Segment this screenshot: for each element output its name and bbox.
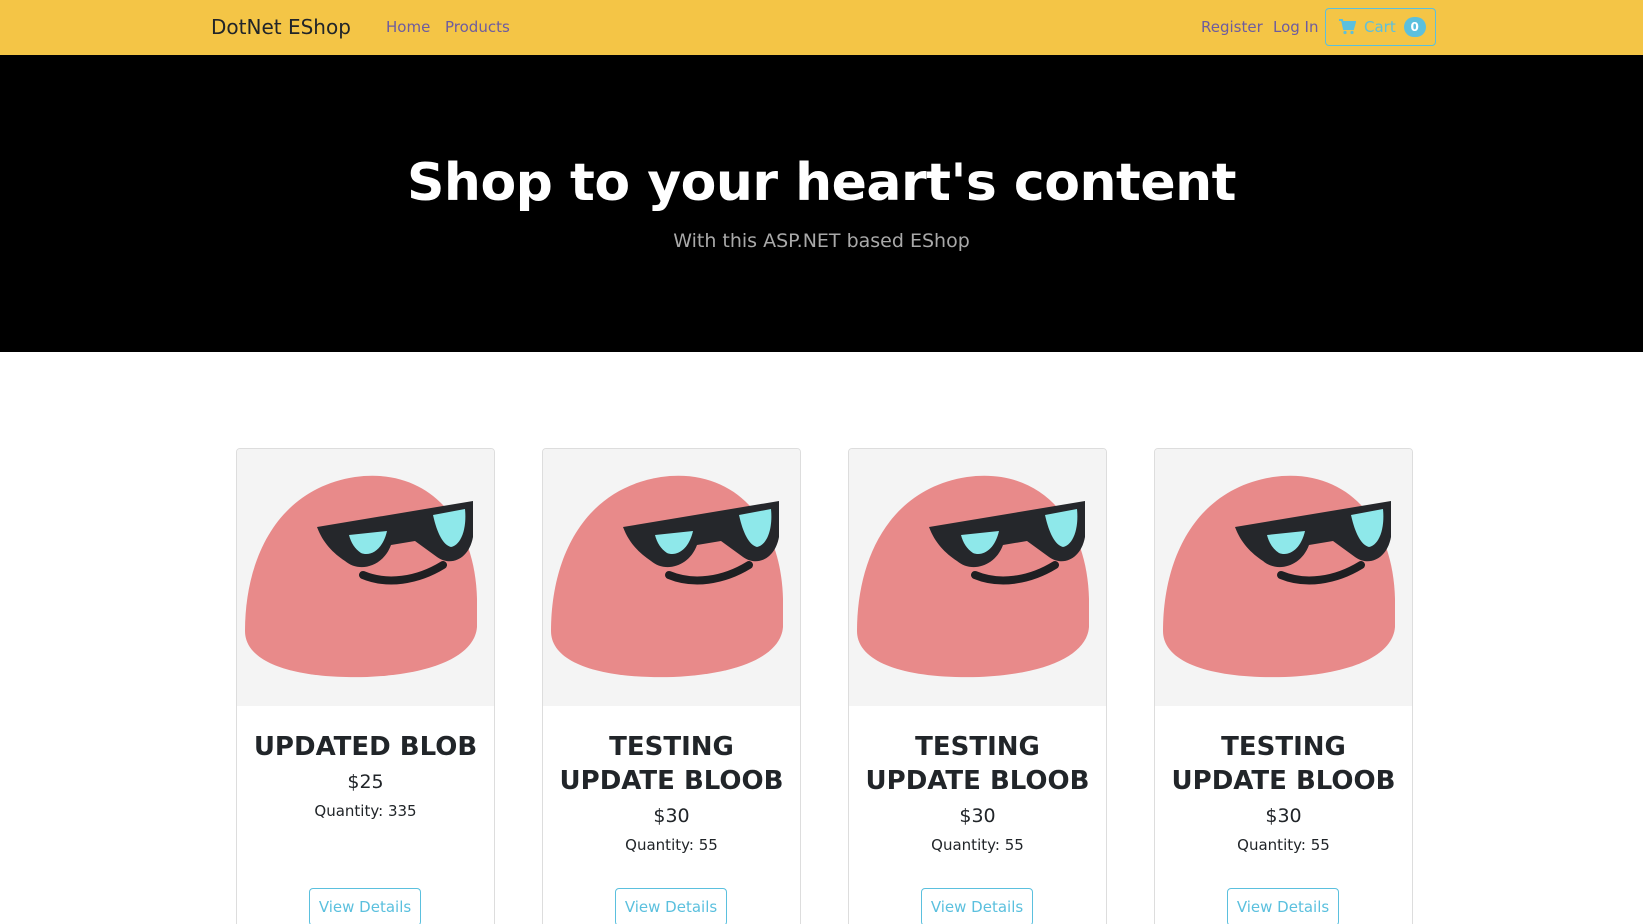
product-price: $25 xyxy=(347,771,384,793)
shopping-cart-icon xyxy=(1339,19,1357,35)
product-card-body: TESTING UPDATE BLOOB $30 Quantity: 55 xyxy=(543,730,800,855)
hero-title: Shop to your heart's content xyxy=(406,153,1237,213)
brand-link[interactable]: DotNet EShop xyxy=(211,15,351,39)
product-name: TESTING UPDATE BLOOB xyxy=(559,732,784,796)
product-card-body: TESTING UPDATE BLOOB $30 Quantity: 55 xyxy=(1155,730,1412,855)
product-name: TESTING UPDATE BLOOB xyxy=(865,732,1090,796)
product-image xyxy=(1155,449,1412,706)
view-details-button[interactable]: View Details xyxy=(1227,888,1339,924)
product-price: $30 xyxy=(959,805,996,827)
view-details-button[interactable]: View Details xyxy=(309,888,421,924)
product-name: TESTING UPDATE BLOOB xyxy=(1171,732,1396,796)
product-card-body: TESTING UPDATE BLOOB $30 Quantity: 55 xyxy=(849,730,1106,855)
top-navbar: DotNet EShop Home Products Register Log … xyxy=(0,0,1643,55)
product-quantity: Quantity: 55 xyxy=(1237,836,1330,854)
product-name: UPDATED BLOB xyxy=(253,732,478,762)
product-card-body: UPDATED BLOB $25 Quantity: 335 xyxy=(237,730,494,821)
product-card: TESTING UPDATE BLOOB $30 Quantity: 55 Vi… xyxy=(1154,448,1413,924)
product-image xyxy=(237,449,494,706)
cart-button[interactable]: Cart 0 xyxy=(1325,8,1436,46)
product-card: TESTING UPDATE BLOOB $30 Quantity: 55 Vi… xyxy=(848,448,1107,924)
product-price: $30 xyxy=(1265,805,1302,827)
product-card: TESTING UPDATE BLOOB $30 Quantity: 55 Vi… xyxy=(542,448,801,924)
view-details-button[interactable]: View Details xyxy=(615,888,727,924)
product-quantity: Quantity: 335 xyxy=(314,802,417,820)
hero-subtitle: With this ASP.NET based EShop xyxy=(673,230,970,252)
nav-products-link[interactable]: Products xyxy=(445,18,510,36)
view-details-button[interactable]: View Details xyxy=(921,888,1033,924)
cart-label: Cart xyxy=(1364,18,1396,36)
product-price: $30 xyxy=(653,805,690,827)
product-card: UPDATED BLOB $25 Quantity: 335 View Deta… xyxy=(236,448,495,924)
product-quantity: Quantity: 55 xyxy=(931,836,1024,854)
product-quantity: Quantity: 55 xyxy=(625,836,718,854)
nav-register-link[interactable]: Register xyxy=(1201,18,1263,36)
nav-login-link[interactable]: Log In xyxy=(1273,18,1319,36)
product-image xyxy=(543,449,800,706)
nav-home-link[interactable]: Home xyxy=(386,18,430,36)
product-image xyxy=(849,449,1106,706)
cart-count-badge: 0 xyxy=(1403,17,1426,37)
hero-banner: Shop to your heart's content With this A… xyxy=(0,55,1643,352)
